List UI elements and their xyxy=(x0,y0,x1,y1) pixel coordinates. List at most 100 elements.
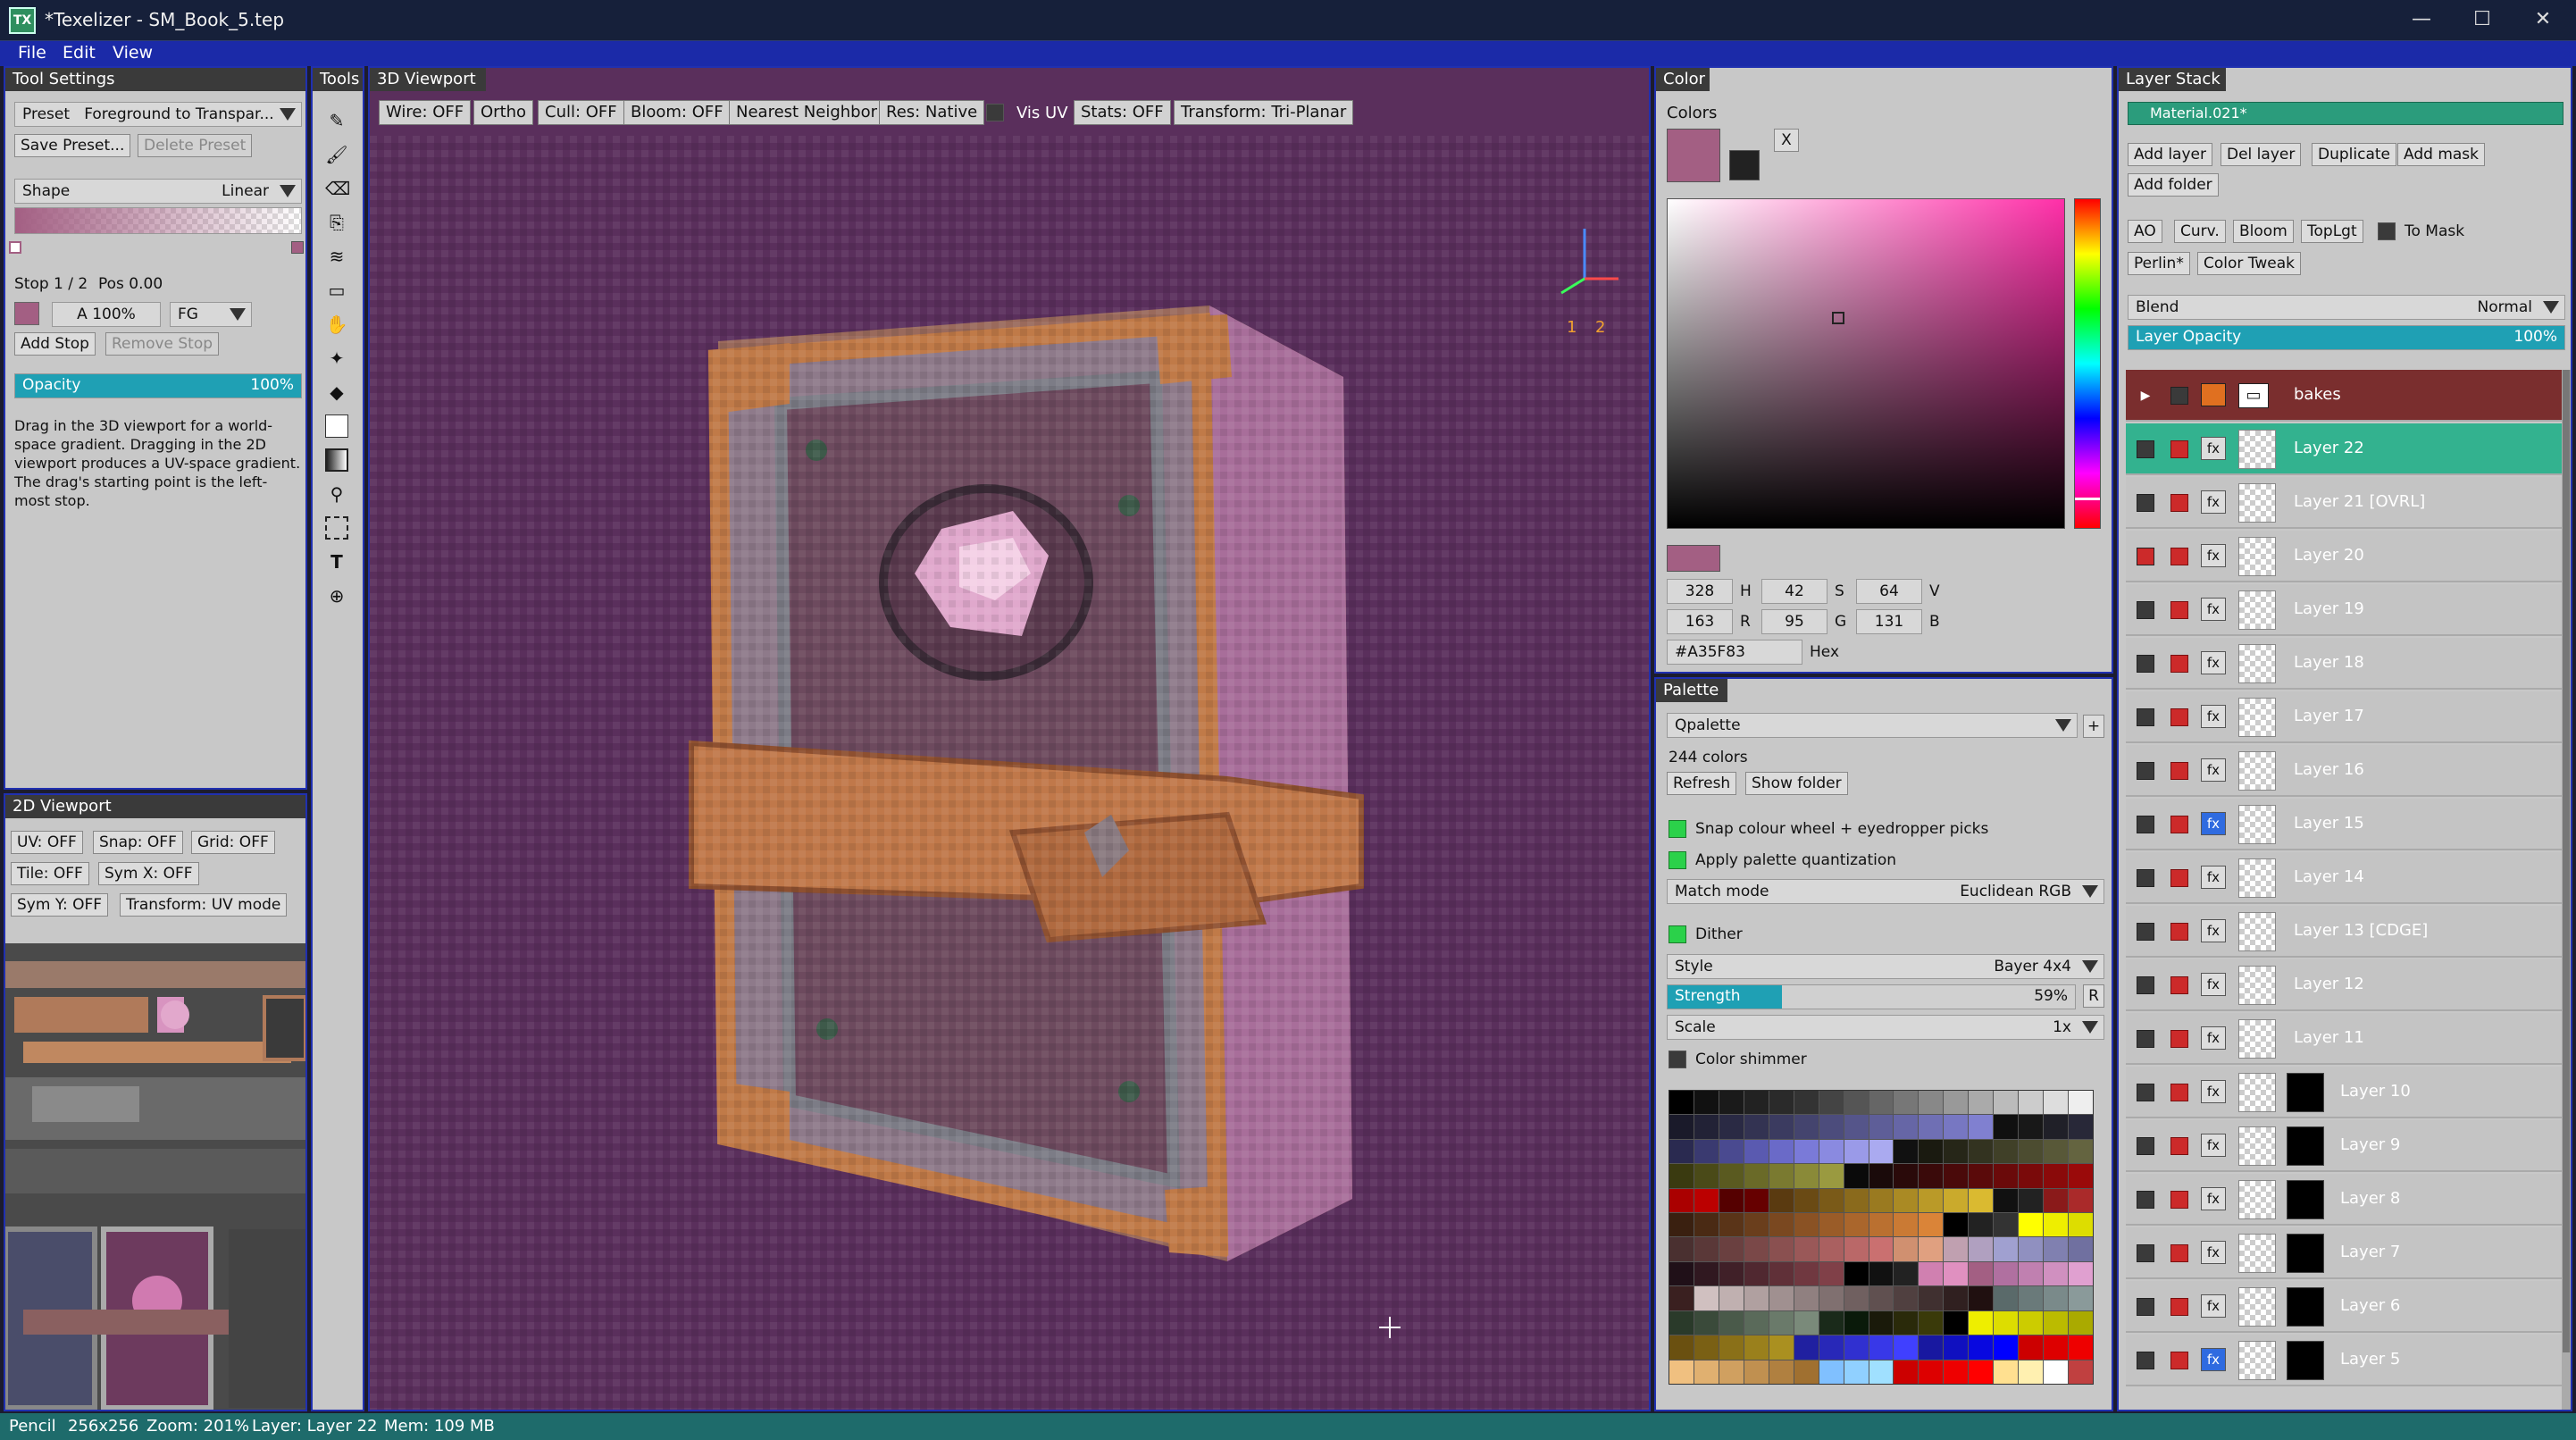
palette-swatch[interactable] xyxy=(2044,1139,2069,1164)
palette-swatch[interactable] xyxy=(1719,1164,1744,1188)
palette-swatch[interactable] xyxy=(1994,1310,2019,1335)
menu-view[interactable]: View xyxy=(113,43,153,63)
v-field[interactable]: 64 xyxy=(1856,579,1922,604)
layer-row[interactable]: fx Layer 12 xyxy=(2126,959,2562,1011)
palette-swatch[interactable] xyxy=(2019,1164,2044,1188)
palette-swatch[interactable] xyxy=(1794,1237,1819,1261)
match-mode-dropdown[interactable]: Match mode Euclidean RGB xyxy=(1667,879,2104,904)
visibility-toggle[interactable] xyxy=(2137,655,2154,673)
palette-swatch[interactable] xyxy=(1844,1261,1869,1286)
palette-swatch[interactable] xyxy=(1944,1091,1969,1115)
palette-swatch[interactable] xyxy=(1694,1115,1719,1139)
palette-swatch[interactable] xyxy=(1694,1091,1719,1115)
palette-swatch[interactable] xyxy=(1719,1213,1744,1237)
fx-button[interactable]: fx xyxy=(2201,437,2226,460)
layer-row[interactable]: fx Layer 14 xyxy=(2126,852,2562,904)
eraser-icon[interactable]: ⌫ xyxy=(325,177,350,200)
palette-swatch[interactable] xyxy=(1944,1237,1969,1261)
palette-swatch[interactable] xyxy=(1919,1237,1944,1261)
palette-swatch[interactable] xyxy=(1769,1115,1794,1139)
palette-swatch[interactable] xyxy=(1844,1115,1869,1139)
mask-toggle[interactable] xyxy=(2170,1084,2188,1101)
visibility-toggle[interactable] xyxy=(2137,1244,2154,1262)
visibility-toggle[interactable] xyxy=(2137,601,2154,619)
palette-swatch[interactable] xyxy=(1919,1335,1944,1360)
palette-swatch[interactable] xyxy=(1994,1360,2019,1384)
add-palette-button[interactable]: + xyxy=(2083,715,2104,738)
minimize-button[interactable]: — xyxy=(2390,0,2453,41)
palette-swatch[interactable] xyxy=(2019,1139,2044,1164)
sym-y-toggle-button[interactable]: Sym Y: OFF xyxy=(11,893,109,917)
palette-swatch[interactable] xyxy=(1844,1310,1869,1335)
palette-swatch[interactable] xyxy=(1744,1115,1769,1139)
fx-button[interactable]: fx xyxy=(2201,758,2226,782)
fx-button[interactable]: fx xyxy=(2201,1187,2226,1210)
mask-toggle[interactable] xyxy=(2170,1352,2188,1369)
palette-swatch[interactable] xyxy=(1694,1310,1719,1335)
palette-swatch[interactable] xyxy=(1944,1335,1969,1360)
visibility-toggle[interactable] xyxy=(2137,1084,2154,1101)
palette-swatch[interactable] xyxy=(1719,1139,1744,1164)
eyedropper-icon[interactable]: ⚲ xyxy=(325,482,348,506)
palette-swatch[interactable] xyxy=(1869,1261,1894,1286)
visibility-toggle[interactable] xyxy=(2170,387,2188,405)
shape-dropdown[interactable]: Shape Linear xyxy=(14,179,302,204)
gradient-stop-right[interactable] xyxy=(291,241,304,254)
palette-swatch[interactable] xyxy=(2044,1237,2069,1261)
duplicate-layer-button[interactable]: Duplicate xyxy=(2312,143,2396,166)
fill-bucket-icon[interactable]: ◆ xyxy=(325,381,348,404)
mask-toggle[interactable] xyxy=(2170,1191,2188,1209)
palette-swatch[interactable] xyxy=(2044,1360,2069,1384)
palette-swatch[interactable] xyxy=(1844,1164,1869,1188)
gradient-preview[interactable] xyxy=(14,207,302,234)
layer-row[interactable]: fx Layer 5 xyxy=(2126,1335,2562,1386)
palette-swatch[interactable] xyxy=(1819,1188,1844,1213)
visibility-toggle[interactable] xyxy=(2137,708,2154,726)
swap-colors-button[interactable]: X xyxy=(1774,129,1799,152)
visibility-toggle[interactable] xyxy=(2137,923,2154,941)
palette-swatch[interactable] xyxy=(1669,1115,1694,1139)
palette-swatch[interactable] xyxy=(1819,1139,1844,1164)
palette-swatch[interactable] xyxy=(1944,1164,1969,1188)
palette-swatch[interactable] xyxy=(1869,1139,1894,1164)
layer-row[interactable]: fx Layer 15 xyxy=(2126,799,2562,850)
color-shimmer-checkbox[interactable] xyxy=(1669,1051,1686,1068)
grid-toggle-button[interactable]: Grid: OFF xyxy=(191,831,275,854)
palette-swatch[interactable] xyxy=(2044,1188,2069,1213)
palette-swatch[interactable] xyxy=(1994,1188,2019,1213)
palette-swatch[interactable] xyxy=(1744,1261,1769,1286)
palette-swatch[interactable] xyxy=(1719,1091,1744,1115)
palette-swatch[interactable] xyxy=(2069,1164,2093,1188)
palette-swatch[interactable] xyxy=(1794,1261,1819,1286)
dither-strength-slider[interactable]: Strength 59% xyxy=(1667,984,2076,1009)
clone-stamp-icon[interactable]: ⎘ xyxy=(325,211,348,234)
palette-swatch[interactable] xyxy=(1894,1091,1919,1115)
stats-toggle-button[interactable]: Stats: OFF xyxy=(1074,100,1171,125)
palette-swatch[interactable] xyxy=(2019,1188,2044,1213)
palette-swatch[interactable] xyxy=(1919,1310,1944,1335)
palette-swatch[interactable] xyxy=(1994,1164,2019,1188)
palette-swatch[interactable] xyxy=(1894,1310,1919,1335)
visibility-toggle[interactable] xyxy=(2137,1298,2154,1316)
palette-swatch[interactable] xyxy=(2019,1213,2044,1237)
palette-swatch[interactable] xyxy=(1669,1360,1694,1384)
layer-opacity-slider[interactable]: Layer Opacity 100% xyxy=(2128,325,2565,350)
menu-file[interactable]: File xyxy=(18,43,46,63)
ao-effect-button[interactable]: AO xyxy=(2128,220,2162,243)
palette-swatch[interactable] xyxy=(1694,1360,1719,1384)
palette-swatch[interactable] xyxy=(1794,1115,1819,1139)
palette-swatch[interactable] xyxy=(1869,1091,1894,1115)
mask-toggle[interactable] xyxy=(2170,923,2188,941)
palette-swatch[interactable] xyxy=(1919,1188,1944,1213)
mask-toggle[interactable] xyxy=(2170,601,2188,619)
sym-x-toggle-button[interactable]: Sym X: OFF xyxy=(98,862,199,885)
material-name-field[interactable]: Material.021* xyxy=(2128,102,2563,125)
palette-swatch[interactable] xyxy=(1694,1286,1719,1310)
palette-swatch[interactable] xyxy=(1894,1335,1919,1360)
palette-swatch[interactable] xyxy=(1694,1164,1719,1188)
s-field[interactable]: 42 xyxy=(1761,579,1827,604)
preset-dropdown[interactable]: Preset Foreground to Transpar... xyxy=(14,102,302,127)
palette-swatch[interactable] xyxy=(1694,1237,1719,1261)
layer-row[interactable]: fx Layer 7 xyxy=(2126,1227,2562,1279)
snap-toggle-button[interactable]: Snap: OFF xyxy=(93,831,183,854)
